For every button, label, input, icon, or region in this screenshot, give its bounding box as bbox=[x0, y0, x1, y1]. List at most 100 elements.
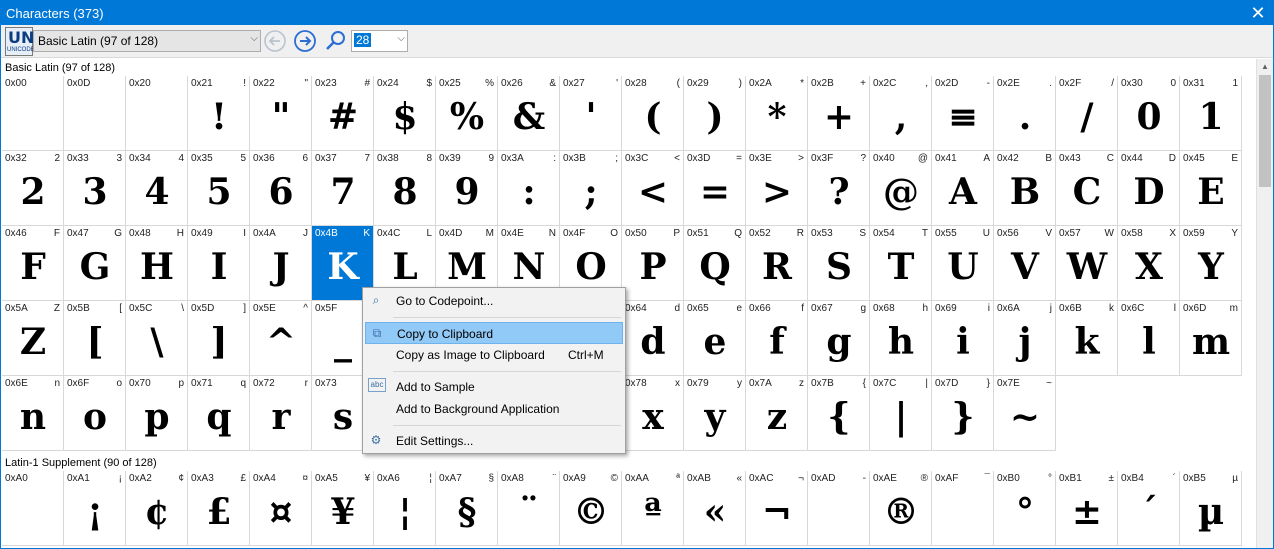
character-cell[interactable]: 0x57 W W bbox=[1056, 226, 1118, 301]
character-cell[interactable]: 0xA4 ¤ ¤ bbox=[250, 471, 312, 546]
character-cell[interactable]: 0xAB « « bbox=[684, 471, 746, 546]
character-cell[interactable]: 0x51 Q Q bbox=[684, 226, 746, 301]
character-cell[interactable]: 0x68 h h bbox=[870, 301, 932, 376]
character-cell[interactable]: 0x22 " " bbox=[250, 76, 312, 151]
character-cell[interactable]: 0xA2 ¢ ¢ bbox=[126, 471, 188, 546]
character-cell[interactable]: 0x31 1 1 bbox=[1180, 76, 1242, 151]
character-cell[interactable]: 0x78 x x bbox=[622, 376, 684, 451]
character-cell[interactable]: 0x2E.. bbox=[994, 76, 1056, 151]
character-cell[interactable]: 0x5E ^ ^ bbox=[250, 301, 312, 376]
character-cell[interactable]: 0x2C,, bbox=[870, 76, 932, 151]
character-cell[interactable]: 0x3B;; bbox=[560, 151, 622, 226]
character-cell[interactable]: 0x00 bbox=[2, 76, 64, 151]
character-cell[interactable]: 0x30 0 0 bbox=[1118, 76, 1180, 151]
character-cell[interactable]: 0x54 T T bbox=[870, 226, 932, 301]
character-cell[interactable]: 0x6B k k bbox=[1056, 301, 1118, 376]
character-cell[interactable]: 0xA7 § § bbox=[436, 471, 498, 546]
character-cell[interactable]: 0x39 9 9 bbox=[436, 151, 498, 226]
character-cell[interactable]: 0x5D]] bbox=[188, 301, 250, 376]
character-cell[interactable]: 0x7C | | bbox=[870, 376, 932, 451]
character-cell[interactable]: 0x7D}} bbox=[932, 376, 994, 451]
character-cell[interactable]: 0x23 # # bbox=[312, 76, 374, 151]
back-arrow-icon[interactable] bbox=[263, 29, 287, 53]
character-cell[interactable]: 0x59 Y Y bbox=[1180, 226, 1242, 301]
character-cell[interactable]: 0x3E > > bbox=[746, 151, 808, 226]
character-cell[interactable]: 0x26 & & bbox=[498, 76, 560, 151]
vertical-scrollbar[interactable]: ▲ bbox=[1256, 59, 1273, 548]
character-cell[interactable]: 0x45 E E bbox=[1180, 151, 1242, 226]
character-cell[interactable]: 0x4A J J bbox=[250, 226, 312, 301]
size-select[interactable]: 28 ⌵ bbox=[351, 30, 408, 52]
character-cell[interactable]: 0xA5 ¥ ¥ bbox=[312, 471, 374, 546]
character-cell[interactable]: 0xAA ª ª bbox=[622, 471, 684, 546]
menu-item[interactable]: Copy as Image to Clipboard Ctrl+M bbox=[365, 344, 623, 366]
character-cell[interactable]: 0x7E ~ ~ bbox=[994, 376, 1056, 451]
character-cell[interactable]: 0xA0 bbox=[2, 471, 64, 546]
character-cell[interactable]: 0x38 8 8 bbox=[374, 151, 436, 226]
character-cell[interactable]: 0x29)) bbox=[684, 76, 746, 151]
character-cell[interactable]: 0x67 g g bbox=[808, 301, 870, 376]
character-cell[interactable]: 0x5A Z Z bbox=[2, 301, 64, 376]
character-cell[interactable]: 0x42 B B bbox=[994, 151, 1056, 226]
block-select[interactable]: Basic Latin (97 of 128) ⌵ bbox=[33, 30, 261, 52]
menu-item[interactable]: abc Add to Sample bbox=[365, 376, 623, 398]
character-cell[interactable]: 0x40 @ @ bbox=[870, 151, 932, 226]
character-cell[interactable]: 0x33 3 3 bbox=[64, 151, 126, 226]
character-cell[interactable]: 0x43 C C bbox=[1056, 151, 1118, 226]
character-cell[interactable]: 0x72 r r bbox=[250, 376, 312, 451]
menu-item[interactable]: ⌕ Go to Codepoint... bbox=[365, 290, 623, 312]
character-cell[interactable]: 0x6A j j bbox=[994, 301, 1056, 376]
character-cell[interactable]: 0xAF ¯ bbox=[932, 471, 994, 546]
character-cell[interactable]: 0x3C < < bbox=[622, 151, 684, 226]
character-cell[interactable]: 0xAE ® ® bbox=[870, 471, 932, 546]
character-cell[interactable]: 0x6F o o bbox=[64, 376, 126, 451]
character-cell[interactable]: 0x25%% bbox=[436, 76, 498, 151]
character-cell[interactable]: 0x3F?? bbox=[808, 151, 870, 226]
character-cell[interactable]: 0x69 i i bbox=[932, 301, 994, 376]
character-cell[interactable]: 0xB0 ° ° bbox=[994, 471, 1056, 546]
forward-arrow-icon[interactable] bbox=[293, 29, 317, 53]
character-cell[interactable]: 0x6D m m bbox=[1180, 301, 1242, 376]
character-cell[interactable]: 0x64 d d bbox=[622, 301, 684, 376]
character-cell[interactable]: 0x2F / / bbox=[1056, 76, 1118, 151]
character-cell[interactable]: 0x48 H H bbox=[126, 226, 188, 301]
character-cell[interactable]: 0x79 y y bbox=[684, 376, 746, 451]
character-cell[interactable]: 0x52 R R bbox=[746, 226, 808, 301]
character-cell[interactable]: 0xB1 ± ± bbox=[1056, 471, 1118, 546]
character-cell[interactable]: 0x70 p p bbox=[126, 376, 188, 451]
character-cell[interactable]: 0x3D = = bbox=[684, 151, 746, 226]
character-cell[interactable]: 0x2D - ≡ bbox=[932, 76, 994, 151]
character-cell[interactable]: 0x0D bbox=[64, 76, 126, 151]
character-cell[interactable]: 0xA8 ¨ ¨ bbox=[498, 471, 560, 546]
search-icon[interactable] bbox=[324, 29, 348, 53]
character-cell[interactable]: 0xAD - bbox=[808, 471, 870, 546]
character-cell[interactable]: 0xAC ¬ ¬ bbox=[746, 471, 808, 546]
character-cell[interactable]: 0x58 X X bbox=[1118, 226, 1180, 301]
character-cell[interactable]: 0x3A:: bbox=[498, 151, 560, 226]
character-cell[interactable]: 0x27 ' ' bbox=[560, 76, 622, 151]
menu-item[interactable]: Add to Background Application bbox=[365, 398, 623, 420]
character-cell[interactable]: 0x53 S S bbox=[808, 226, 870, 301]
character-cell[interactable]: 0x24 $ $ bbox=[374, 76, 436, 151]
character-cell[interactable]: 0x34 4 4 bbox=[126, 151, 188, 226]
character-cell[interactable]: 0x65 e e bbox=[684, 301, 746, 376]
character-cell[interactable]: 0x55 U U bbox=[932, 226, 994, 301]
character-cell[interactable]: 0x7B {{ bbox=[808, 376, 870, 451]
character-cell[interactable]: 0x6C l l bbox=[1118, 301, 1180, 376]
character-cell[interactable]: 0x71 q q bbox=[188, 376, 250, 451]
unicode-logo-icon[interactable]: UN UNICODE bbox=[5, 27, 35, 56]
character-cell[interactable]: 0xB5 µ µ bbox=[1180, 471, 1242, 546]
character-cell[interactable]: 0x6E n n bbox=[2, 376, 64, 451]
character-cell[interactable]: 0x44 D D bbox=[1118, 151, 1180, 226]
character-cell[interactable]: 0xA9 © © bbox=[560, 471, 622, 546]
character-cell[interactable]: 0x46 F F bbox=[2, 226, 64, 301]
character-cell[interactable]: 0x2A * * bbox=[746, 76, 808, 151]
menu-item[interactable]: ⧉ Copy to Clipboard bbox=[365, 322, 623, 344]
character-cell[interactable]: 0xB4 ´ ´ bbox=[1118, 471, 1180, 546]
character-cell[interactable]: 0x50 P P bbox=[622, 226, 684, 301]
character-cell[interactable]: 0xA6 ¦ ¦ bbox=[374, 471, 436, 546]
character-cell[interactable]: 0x21!! bbox=[188, 76, 250, 151]
character-cell[interactable]: 0x47 G G bbox=[64, 226, 126, 301]
menu-item[interactable]: ⚙ Edit Settings... bbox=[365, 430, 623, 452]
character-cell[interactable]: 0x28 (( bbox=[622, 76, 684, 151]
